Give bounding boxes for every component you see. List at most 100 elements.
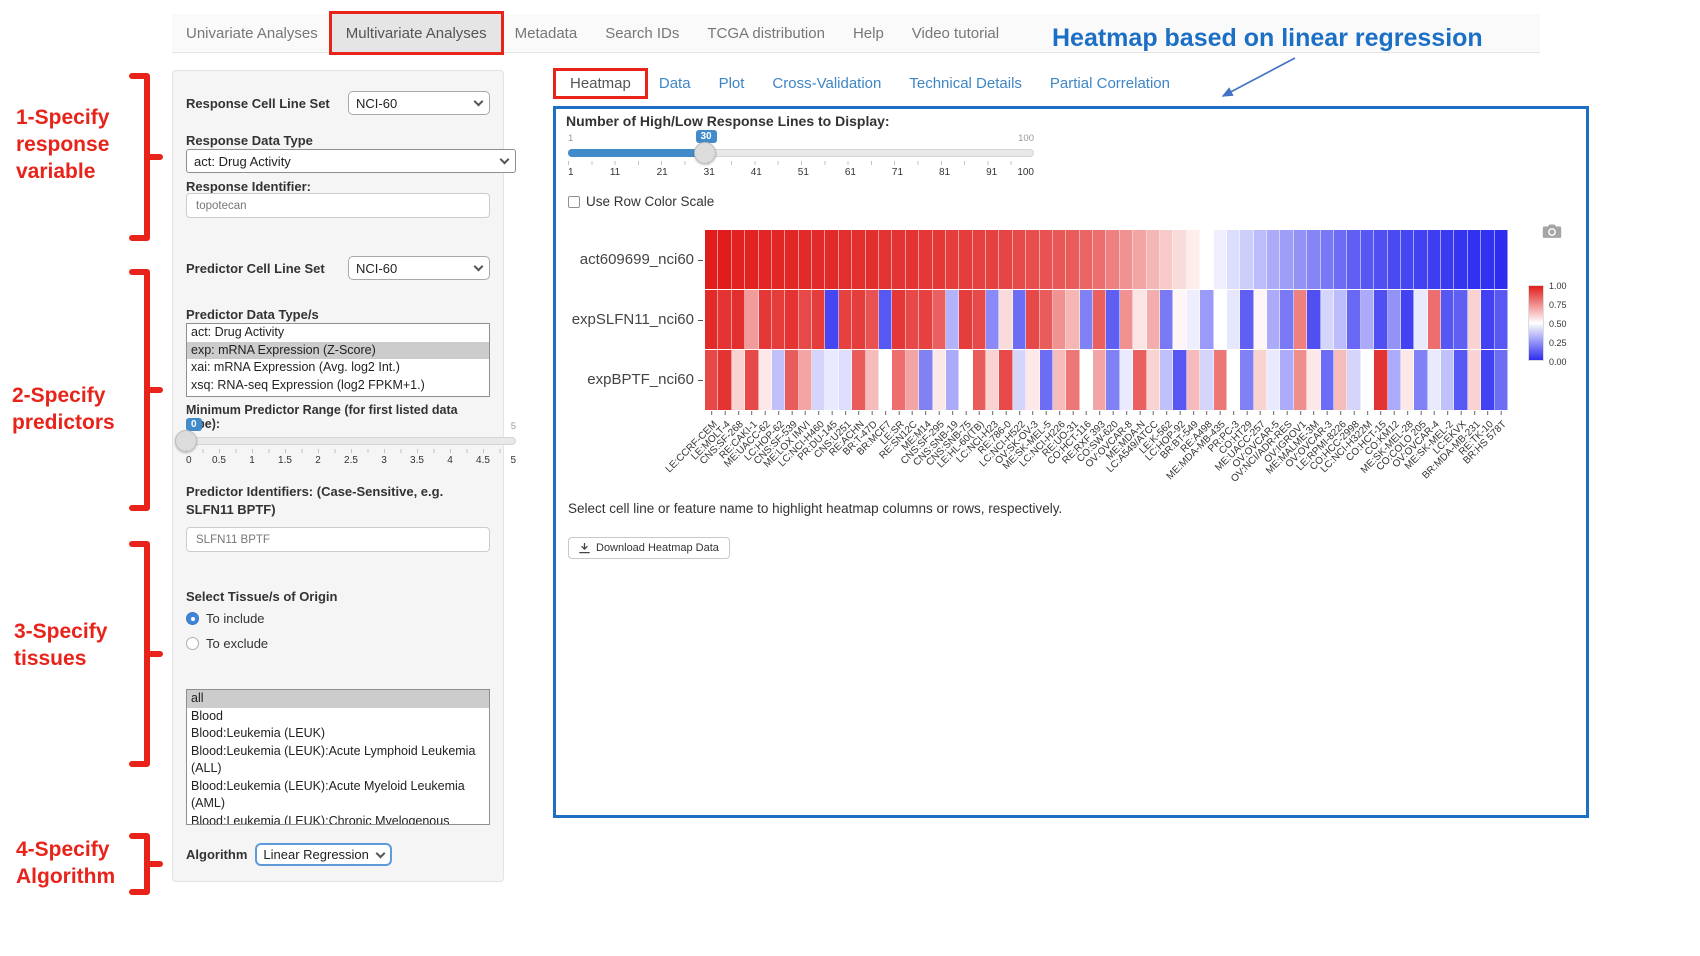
heatmap-cell[interactable] — [1173, 230, 1186, 289]
heatmap-cell[interactable] — [718, 350, 731, 410]
heatmap-cell[interactable] — [1147, 230, 1160, 289]
heatmap-cell[interactable] — [906, 290, 919, 349]
heatmap-cell[interactable] — [999, 350, 1012, 410]
heatmap-cell[interactable] — [1240, 290, 1253, 349]
heatmap-cell[interactable] — [1280, 230, 1293, 289]
heatmap-cell[interactable] — [973, 230, 986, 289]
heatmap-cell[interactable] — [866, 230, 879, 289]
heatmap-cell[interactable] — [1147, 290, 1160, 349]
tab-plot[interactable]: Plot — [705, 71, 759, 96]
nav-item-multivariate-analyses[interactable]: Multivariate Analyses — [332, 14, 501, 52]
heatmap-cell[interactable] — [973, 350, 986, 410]
heatmap-cell[interactable] — [825, 350, 838, 410]
heatmap-cell[interactable] — [1334, 230, 1347, 289]
heatmap-cell[interactable] — [1361, 290, 1374, 349]
heatmap-cell[interactable] — [852, 290, 865, 349]
heatmap-cell[interactable] — [785, 230, 798, 289]
heatmap-cell[interactable] — [879, 350, 892, 410]
heatmap-cell[interactable] — [933, 350, 946, 410]
heatmap-cell[interactable] — [1361, 230, 1374, 289]
data-type-option-exp[interactable]: exp: mRNA Expression (Z-Score) — [187, 342, 489, 360]
tissue-option-blood[interactable]: Blood — [187, 708, 489, 726]
heatmap-cell[interactable] — [1053, 290, 1066, 349]
heatmap-cell[interactable] — [1160, 230, 1173, 289]
nav-item-video-tutorial[interactable]: Video tutorial — [898, 14, 1013, 52]
heatmap-cell[interactable] — [1441, 350, 1454, 410]
tissue-radio-to-include[interactable]: To include — [186, 611, 490, 626]
heatmap-cell[interactable] — [1441, 230, 1454, 289]
heatmap-cell[interactable] — [1254, 290, 1267, 349]
heatmap-cell[interactable] — [1454, 350, 1467, 410]
heatmap-cell[interactable] — [1428, 290, 1441, 349]
heatmap-cell[interactable] — [1013, 350, 1026, 410]
heatmap-cell[interactable] — [986, 350, 999, 410]
heatmap-cell[interactable] — [1388, 230, 1401, 289]
heatmap-cell[interactable] — [892, 350, 905, 410]
heatmap-cell[interactable] — [1347, 230, 1360, 289]
heatmap-cell[interactable] — [1321, 350, 1334, 410]
heatmap-cell[interactable] — [759, 230, 772, 289]
heatmap-cell[interactable] — [1160, 350, 1173, 410]
heatmap-cell[interactable] — [892, 230, 905, 289]
tab-partial-correlation[interactable]: Partial Correlation — [1036, 71, 1184, 96]
nav-item-univariate-analyses[interactable]: Univariate Analyses — [172, 14, 332, 52]
heatmap-cell[interactable] — [732, 290, 745, 349]
heatmap-cell[interactable] — [1106, 290, 1119, 349]
heatmap-cell[interactable] — [1133, 350, 1146, 410]
heatmap-cell[interactable] — [1120, 230, 1133, 289]
heatmap-cell[interactable] — [1133, 230, 1146, 289]
heatmap-cell[interactable] — [1173, 350, 1186, 410]
heatmap-cell[interactable] — [1040, 350, 1053, 410]
radio-icon[interactable] — [186, 637, 199, 650]
heatmap-cell[interactable] — [705, 290, 718, 349]
heatmap-cell[interactable] — [1066, 350, 1079, 410]
heatmap-cell[interactable] — [1428, 230, 1441, 289]
heatmap-cell[interactable] — [906, 230, 919, 289]
heatmap-cell[interactable] — [1120, 290, 1133, 349]
heatmap-cell[interactable] — [772, 350, 785, 410]
min-predictor-range-slider[interactable]: 5000.511.522.533.544.55 — [186, 421, 516, 473]
heatmap-cell[interactable] — [1106, 350, 1119, 410]
heatmap-cell[interactable] — [1388, 350, 1401, 410]
heatmap-cell[interactable] — [906, 350, 919, 410]
heatmap-cell[interactable] — [772, 230, 785, 289]
heatmap-cell[interactable] — [1093, 290, 1106, 349]
heatmap-cell[interactable] — [1267, 350, 1280, 410]
heatmap-cell[interactable] — [1200, 230, 1213, 289]
camera-icon[interactable] — [1542, 223, 1562, 239]
heatmap-cell[interactable] — [785, 350, 798, 410]
heatmap-cell[interactable] — [1214, 350, 1227, 410]
heatmap-cell[interactable] — [1013, 230, 1026, 289]
heatmap-cell[interactable] — [1093, 350, 1106, 410]
heatmap-cell[interactable] — [866, 290, 879, 349]
tab-data[interactable]: Data — [645, 71, 705, 96]
heatmap-cell[interactable] — [1334, 290, 1347, 349]
heatmap-cell[interactable] — [1227, 230, 1240, 289]
heatmap-cell[interactable] — [812, 230, 825, 289]
heatmap-cell[interactable] — [1026, 230, 1039, 289]
heatmap-cell[interactable] — [1066, 290, 1079, 349]
heatmap-cell[interactable] — [1374, 290, 1387, 349]
heatmap-cell[interactable] — [759, 290, 772, 349]
heatmap-cell[interactable] — [1227, 290, 1240, 349]
tissue-option-all[interactable]: all — [187, 690, 489, 708]
heatmap-cell[interactable] — [1401, 350, 1414, 410]
heatmap-cell[interactable] — [732, 350, 745, 410]
heatmap-cell[interactable] — [1053, 350, 1066, 410]
heatmap-cell[interactable] — [799, 230, 812, 289]
heatmap-cell[interactable] — [1481, 230, 1494, 289]
heatmap-cell[interactable] — [1240, 230, 1253, 289]
heatmap-cell[interactable] — [705, 230, 718, 289]
heatmap-cell[interactable] — [1133, 290, 1146, 349]
heatmap-cell[interactable] — [745, 350, 758, 410]
heatmap-cell[interactable] — [999, 290, 1012, 349]
heatmap-cell[interactable] — [1428, 350, 1441, 410]
heatmap-cell[interactable] — [999, 230, 1012, 289]
nav-item-help[interactable]: Help — [839, 14, 898, 52]
tab-cross-validation[interactable]: Cross-Validation — [758, 71, 895, 96]
heatmap-cell[interactable] — [1013, 290, 1026, 349]
heatmap-cell[interactable] — [705, 350, 718, 410]
tab-heatmap[interactable]: Heatmap — [556, 71, 645, 96]
heatmap-cell[interactable] — [1187, 290, 1200, 349]
heatmap-cell[interactable] — [879, 230, 892, 289]
